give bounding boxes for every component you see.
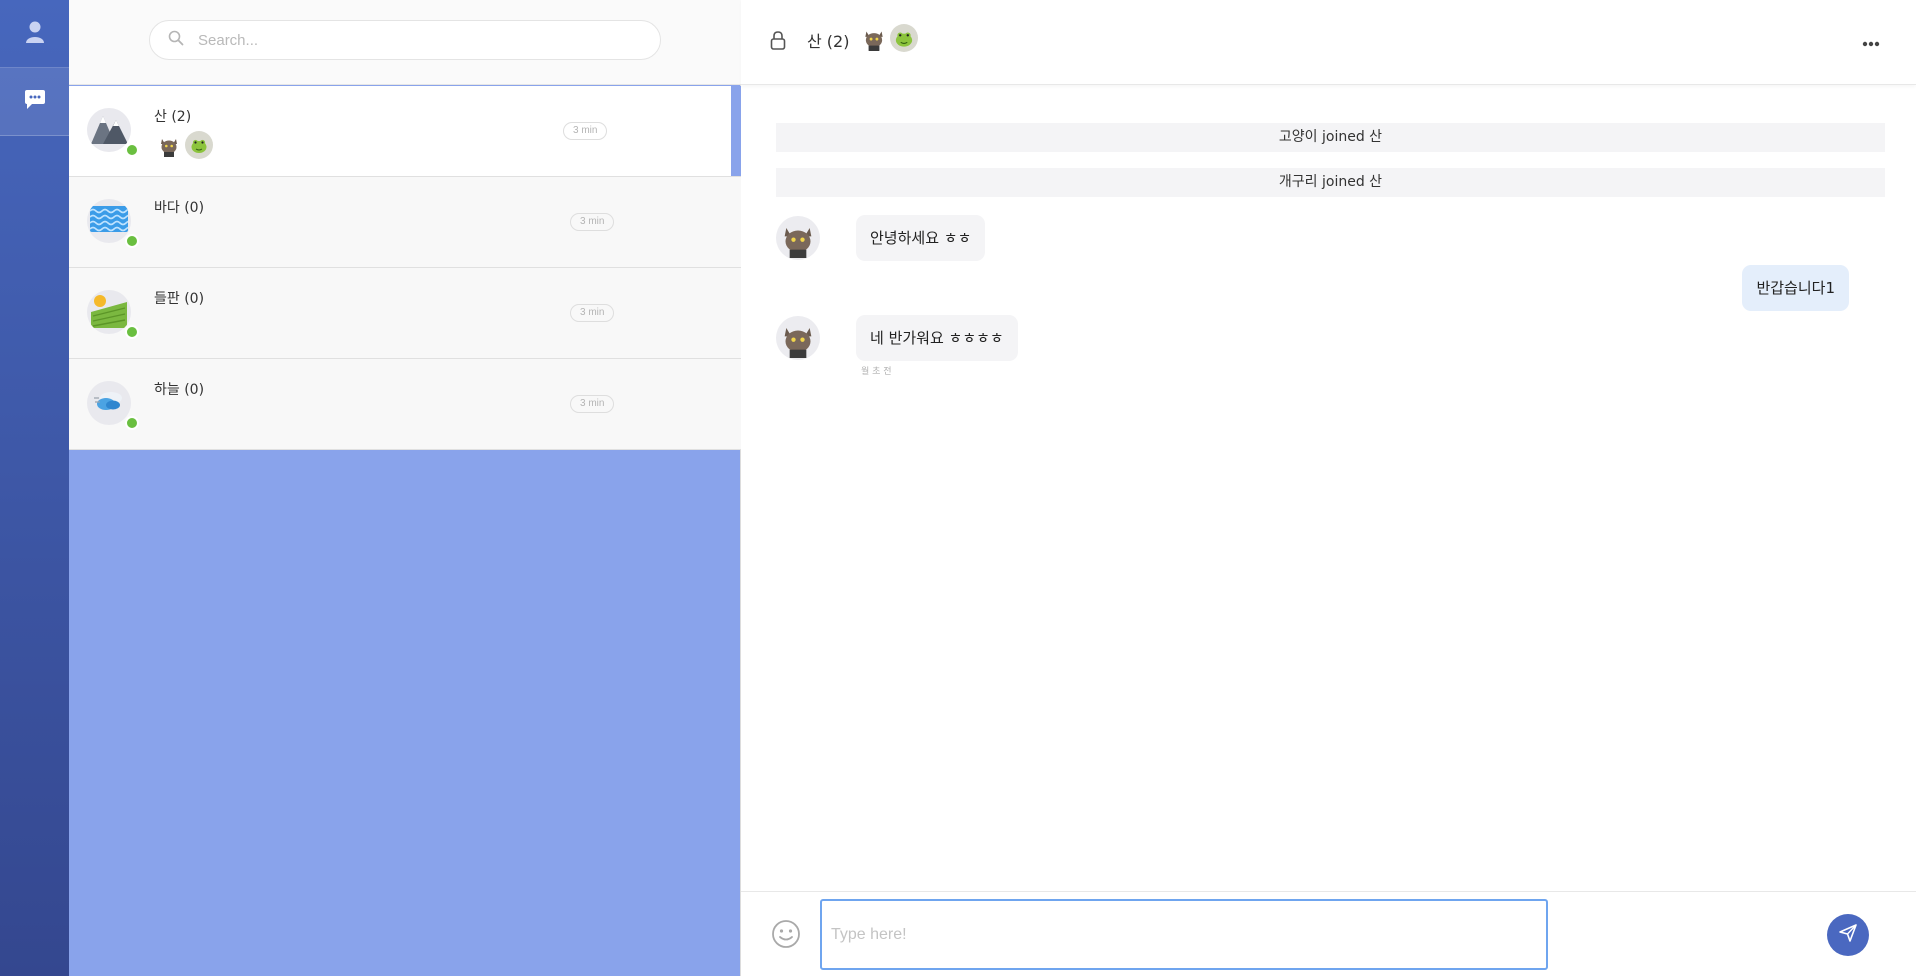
room-avatar: [87, 381, 131, 425]
room-time-badge: 3 min: [563, 122, 608, 140]
user-icon: [25, 20, 45, 48]
send-button[interactable]: [1827, 914, 1869, 956]
online-status-dot: [125, 416, 139, 430]
room-avatar: [87, 108, 131, 152]
message-meta: 월 초 전: [861, 367, 892, 377]
more-options-icon[interactable]: [1862, 28, 1880, 52]
room-name: 산 (2): [154, 109, 192, 125]
cat-avatar-icon: [155, 131, 183, 159]
icon-rail: [0, 0, 69, 976]
room-item-mountain[interactable]: 산 (2) 3 min: [69, 86, 741, 177]
search-input[interactable]: [198, 31, 638, 49]
search-box[interactable]: [149, 20, 661, 60]
chat-panel: 산 (2) 고양이 joined 산 개구리 joined 산 안녕하세요 ㅎㅎ…: [741, 0, 1916, 976]
active-room-indicator: [731, 86, 741, 176]
search-icon: [168, 30, 184, 50]
room-item-sky[interactable]: 하늘 (0) 3 min: [69, 359, 741, 450]
room-item-field[interactable]: 들판 (0) 3 min: [69, 268, 741, 359]
mountain-icon: [89, 110, 129, 150]
chat-member-avatars: [860, 24, 918, 52]
sea-icon: [89, 204, 131, 238]
frog-avatar-icon[interactable]: [890, 24, 918, 52]
sky-icon: [91, 386, 127, 420]
chat-header: 산 (2): [741, 0, 1916, 85]
online-status-dot: [125, 325, 139, 339]
lock-icon: [769, 30, 787, 54]
room-avatar: [87, 199, 131, 243]
room-name: 들판 (0): [154, 291, 205, 307]
message-input[interactable]: [820, 899, 1548, 970]
search-area: [69, 0, 741, 85]
room-avatar: [87, 290, 131, 334]
my-message-bubble: 반갑습니다1: [1742, 265, 1849, 311]
room-name: 바다 (0): [154, 200, 205, 216]
emoji-icon[interactable]: [771, 919, 801, 953]
room-time-badge: 3 min: [570, 304, 615, 322]
compose-bar: [741, 891, 1916, 976]
chat-room-title: 산 (2): [807, 32, 850, 51]
chat-nav-button[interactable]: [0, 68, 69, 136]
room-time-badge: 3 min: [570, 395, 615, 413]
room-item-sea[interactable]: 바다 (0) 3 min: [69, 177, 741, 268]
cat-avatar-icon[interactable]: [860, 24, 888, 52]
online-status-dot: [125, 143, 139, 157]
message-bubble: 네 반가워요 ㅎㅎㅎㅎ: [856, 315, 1018, 361]
paper-plane-icon: [1838, 923, 1858, 947]
room-member-avatars: [155, 131, 213, 159]
cat-avatar-icon[interactable]: [776, 216, 820, 260]
online-status-dot: [125, 234, 139, 248]
room-name: 하늘 (0): [154, 382, 205, 398]
chat-bubble-icon: [23, 89, 47, 115]
field-icon: [89, 290, 129, 334]
system-message: 개구리 joined 산: [776, 168, 1885, 197]
room-list-panel: 산 (2): [69, 0, 741, 976]
system-message: 고양이 joined 산: [776, 123, 1885, 152]
cat-avatar-icon[interactable]: [776, 316, 820, 360]
frog-avatar-icon: [185, 131, 213, 159]
profile-nav-button[interactable]: [0, 0, 69, 68]
message-bubble: 안녕하세요 ㅎㅎ: [856, 215, 986, 261]
room-time-badge: 3 min: [570, 213, 615, 231]
